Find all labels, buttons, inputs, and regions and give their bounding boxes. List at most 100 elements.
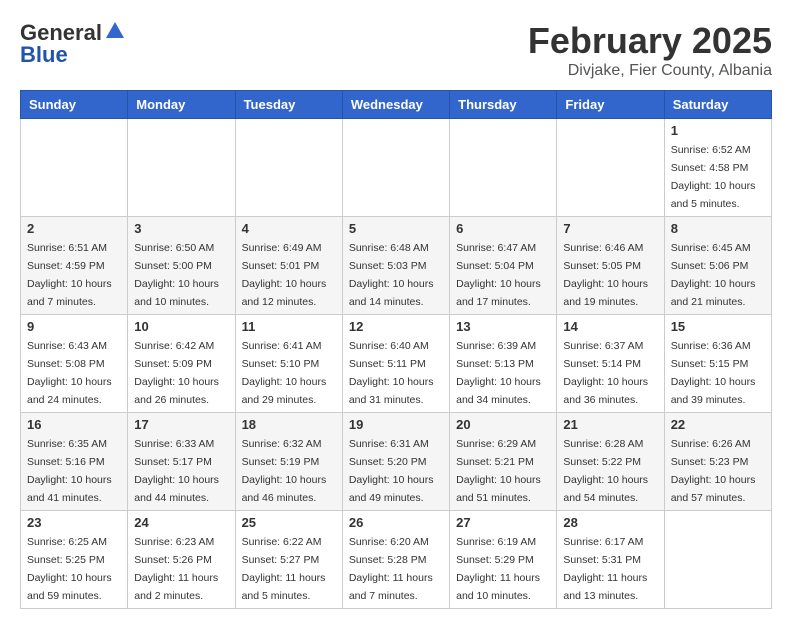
day-info: Sunrise: 6:48 AM Sunset: 5:03 PM Dayligh…: [349, 242, 434, 308]
day-number: 10: [134, 319, 228, 334]
day-cell: [342, 119, 449, 217]
day-cell: 5Sunrise: 6:48 AM Sunset: 5:03 PM Daylig…: [342, 217, 449, 315]
day-cell: [664, 511, 771, 609]
day-cell: 7 Sunrise: 6:46 AM Sunset: 5:05 PM Daylig…: [557, 217, 664, 315]
day-info: Sunrise: 6:46 AM Sunset: 5:05 PM Dayligh…: [563, 242, 648, 308]
day-number: 22: [671, 417, 765, 432]
day-cell: [128, 119, 235, 217]
day-cell: 17Sunrise: 6:33 AM Sunset: 5:17 PM Dayli…: [128, 413, 235, 511]
day-cell: [235, 119, 342, 217]
day-number: 21: [563, 417, 657, 432]
day-info: Sunrise: 6:28 AM Sunset: 5:22 PM Dayligh…: [563, 438, 648, 504]
location-title: Divjake, Fier County, Albania: [528, 62, 772, 80]
day-number: 16: [27, 417, 121, 432]
day-info: Sunrise: 6:47 AM Sunset: 5:04 PM Dayligh…: [456, 242, 541, 308]
day-number: 23: [27, 515, 121, 530]
day-cell: 14Sunrise: 6:37 AM Sunset: 5:14 PM Dayli…: [557, 315, 664, 413]
day-cell: 22 Sunrise: 6:26 AM Sunset: 5:23 PM Dayli…: [664, 413, 771, 511]
week-row-3: 9Sunrise: 6:43 AM Sunset: 5:08 PM Daylig…: [21, 315, 772, 413]
logo-blue-text: Blue: [20, 42, 68, 68]
day-info: Sunrise: 6:20 AM Sunset: 5:28 PM Dayligh…: [349, 536, 433, 602]
day-cell: 26 Sunrise: 6:20 AM Sunset: 5:28 PM Dayli…: [342, 511, 449, 609]
day-number: 13: [456, 319, 550, 334]
week-row-5: 23 Sunrise: 6:25 AM Sunset: 5:25 PM Dayli…: [21, 511, 772, 609]
day-info: Sunrise: 6:43 AM Sunset: 5:08 PM Dayligh…: [27, 340, 112, 406]
day-number: 25: [242, 515, 336, 530]
day-cell: 20 Sunrise: 6:29 AM Sunset: 5:21 PM Dayli…: [450, 413, 557, 511]
week-row-4: 16 Sunrise: 6:35 AM Sunset: 5:16 PM Dayli…: [21, 413, 772, 511]
weekday-header-row: SundayMondayTuesdayWednesdayThursdayFrid…: [21, 91, 772, 119]
day-cell: [450, 119, 557, 217]
day-cell: 11 Sunrise: 6:41 AM Sunset: 5:10 PM Dayli…: [235, 315, 342, 413]
day-cell: 12 Sunrise: 6:40 AM Sunset: 5:11 PM Dayli…: [342, 315, 449, 413]
day-cell: 6Sunrise: 6:47 AM Sunset: 5:04 PM Daylig…: [450, 217, 557, 315]
day-number: 7: [563, 221, 657, 236]
day-number: 26: [349, 515, 443, 530]
day-info: Sunrise: 6:41 AM Sunset: 5:10 PM Dayligh…: [242, 340, 327, 406]
day-cell: 9Sunrise: 6:43 AM Sunset: 5:08 PM Daylig…: [21, 315, 128, 413]
day-number: 3: [134, 221, 228, 236]
day-cell: 28Sunrise: 6:17 AM Sunset: 5:31 PM Dayli…: [557, 511, 664, 609]
day-cell: 18Sunrise: 6:32 AM Sunset: 5:19 PM Dayli…: [235, 413, 342, 511]
day-number: 17: [134, 417, 228, 432]
day-info: Sunrise: 6:29 AM Sunset: 5:21 PM Dayligh…: [456, 438, 541, 504]
day-info: Sunrise: 6:32 AM Sunset: 5:19 PM Dayligh…: [242, 438, 327, 504]
day-cell: 24 Sunrise: 6:23 AM Sunset: 5:26 PM Dayli…: [128, 511, 235, 609]
day-info: Sunrise: 6:26 AM Sunset: 5:23 PM Dayligh…: [671, 438, 756, 504]
day-cell: 21 Sunrise: 6:28 AM Sunset: 5:22 PM Dayli…: [557, 413, 664, 511]
day-cell: 25 Sunrise: 6:22 AM Sunset: 5:27 PM Dayli…: [235, 511, 342, 609]
weekday-header-thursday: Thursday: [450, 91, 557, 119]
day-number: 28: [563, 515, 657, 530]
day-number: 24: [134, 515, 228, 530]
weekday-header-saturday: Saturday: [664, 91, 771, 119]
day-info: Sunrise: 6:39 AM Sunset: 5:13 PM Dayligh…: [456, 340, 541, 406]
day-cell: 15 Sunrise: 6:36 AM Sunset: 5:15 PM Dayli…: [664, 315, 771, 413]
day-info: Sunrise: 6:19 AM Sunset: 5:29 PM Dayligh…: [456, 536, 540, 602]
weekday-header-wednesday: Wednesday: [342, 91, 449, 119]
day-info: Sunrise: 6:45 AM Sunset: 5:06 PM Dayligh…: [671, 242, 756, 308]
day-info: Sunrise: 6:35 AM Sunset: 5:16 PM Dayligh…: [27, 438, 112, 504]
day-cell: 16 Sunrise: 6:35 AM Sunset: 5:16 PM Dayli…: [21, 413, 128, 511]
day-cell: 4 Sunrise: 6:49 AM Sunset: 5:01 PM Daylig…: [235, 217, 342, 315]
day-info: Sunrise: 6:52 AM Sunset: 4:58 PM Dayligh…: [671, 144, 756, 210]
weekday-header-sunday: Sunday: [21, 91, 128, 119]
day-info: Sunrise: 6:40 AM Sunset: 5:11 PM Dayligh…: [349, 340, 434, 406]
day-number: 12: [349, 319, 443, 334]
day-number: 15: [671, 319, 765, 334]
day-cell: 8 Sunrise: 6:45 AM Sunset: 5:06 PM Daylig…: [664, 217, 771, 315]
title-area: February 2025 Divjake, Fier County, Alba…: [528, 20, 772, 80]
weekday-header-friday: Friday: [557, 91, 664, 119]
day-number: 20: [456, 417, 550, 432]
day-info: Sunrise: 6:22 AM Sunset: 5:27 PM Dayligh…: [242, 536, 326, 602]
weekday-header-tuesday: Tuesday: [235, 91, 342, 119]
day-info: Sunrise: 6:37 AM Sunset: 5:14 PM Dayligh…: [563, 340, 648, 406]
day-cell: 13 Sunrise: 6:39 AM Sunset: 5:13 PM Dayli…: [450, 315, 557, 413]
day-cell: 19 Sunrise: 6:31 AM Sunset: 5:20 PM Dayli…: [342, 413, 449, 511]
day-info: Sunrise: 6:51 AM Sunset: 4:59 PM Dayligh…: [27, 242, 112, 308]
month-title: February 2025: [528, 20, 772, 62]
day-info: Sunrise: 6:36 AM Sunset: 5:15 PM Dayligh…: [671, 340, 756, 406]
day-info: Sunrise: 6:23 AM Sunset: 5:26 PM Dayligh…: [134, 536, 218, 602]
logo-icon: [104, 20, 126, 42]
day-cell: 1 Sunrise: 6:52 AM Sunset: 4:58 PM Daylig…: [664, 119, 771, 217]
weekday-header-monday: Monday: [128, 91, 235, 119]
day-number: 11: [242, 319, 336, 334]
day-cell: 23 Sunrise: 6:25 AM Sunset: 5:25 PM Dayli…: [21, 511, 128, 609]
day-cell: 2 Sunrise: 6:51 AM Sunset: 4:59 PM Daylig…: [21, 217, 128, 315]
day-cell: 3Sunrise: 6:50 AM Sunset: 5:00 PM Daylig…: [128, 217, 235, 315]
day-number: 2: [27, 221, 121, 236]
day-number: 8: [671, 221, 765, 236]
day-cell: 10 Sunrise: 6:42 AM Sunset: 5:09 PM Dayli…: [128, 315, 235, 413]
day-number: 1: [671, 123, 765, 138]
day-number: 27: [456, 515, 550, 530]
day-info: Sunrise: 6:49 AM Sunset: 5:01 PM Dayligh…: [242, 242, 327, 308]
day-info: Sunrise: 6:42 AM Sunset: 5:09 PM Dayligh…: [134, 340, 219, 406]
day-info: Sunrise: 6:31 AM Sunset: 5:20 PM Dayligh…: [349, 438, 434, 504]
day-cell: [557, 119, 664, 217]
day-info: Sunrise: 6:25 AM Sunset: 5:25 PM Dayligh…: [27, 536, 112, 602]
day-cell: [21, 119, 128, 217]
logo: General Blue: [20, 20, 126, 68]
header: General Blue February 2025 Divjake, Fier…: [20, 20, 772, 80]
day-number: 19: [349, 417, 443, 432]
day-number: 4: [242, 221, 336, 236]
